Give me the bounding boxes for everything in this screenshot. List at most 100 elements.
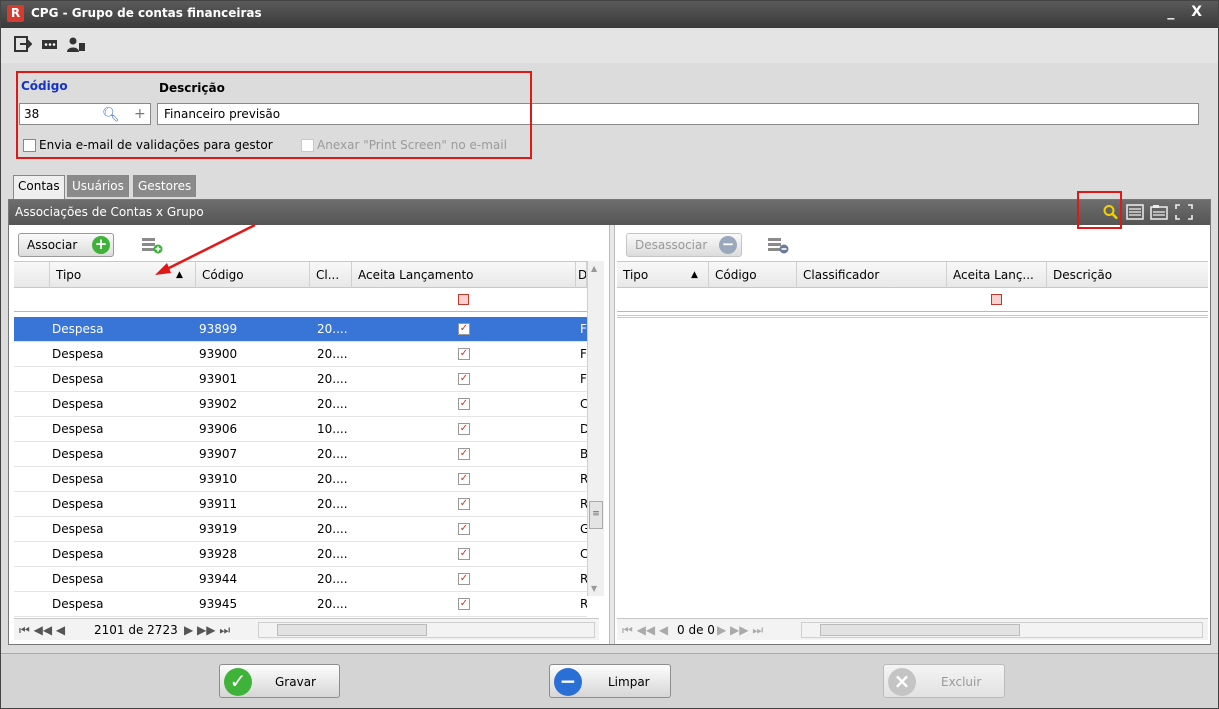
right-horizontal-scrollbar[interactable] [801,622,1203,638]
cell-classificador: 20.... [317,372,348,386]
cell-codigo: 93907 [199,447,238,461]
table-row[interactable]: Despesa 93910 20.... R ✓ [14,467,587,492]
right-col-tipo[interactable]: Tipo ▲ [617,262,709,288]
table-row[interactable]: Despesa 93906 10.... D ✓ [14,417,587,442]
gravar-label: Gravar [275,675,316,689]
right-filter-aceita-checkbox[interactable] [991,294,1002,305]
minus-circle-icon: − [554,668,582,696]
cell-classificador: 20.... [317,522,348,536]
right-col-classificador[interactable]: Classificador [797,262,947,288]
filter-aceita-checkbox[interactable] [458,294,469,305]
cell-descricao: B [580,447,587,461]
table-row[interactable]: Despesa 93907 20.... B ✓ [14,442,587,467]
right-pager-first-prev-icons[interactable]: ⏮ ◀◀ ◀ [622,623,668,638]
cell-tipo: Despesa [52,522,104,536]
left-pager: ⏮ ◀◀ ◀ 2101 de 2723 ▶ ▶▶ ⏭ [14,618,599,640]
tab-usuarios[interactable]: Usuários [67,175,129,197]
aceita-checkbox[interactable]: ✓ [458,423,470,435]
app-logo-icon: R [7,5,24,22]
maximize-icon[interactable] [1175,204,1193,220]
cell-tipo: Despesa [52,422,104,436]
cell-codigo: 93899 [199,322,238,336]
grid-vertical-scrollbar[interactable]: ▲ ≡ ▼ [587,261,604,596]
table-row[interactable]: Despesa 93902 20.... C ✓ [14,392,587,417]
main-window: R CPG - Grupo de contas financeiras _ X … [0,0,1219,709]
cell-descricao: F [580,347,587,361]
scroll-thumb[interactable]: ≡ [589,501,603,529]
table-row[interactable]: Despesa 93945 20.... R ✓ [14,592,587,617]
col-aceita-lancamento[interactable]: Aceita Lançamento [352,262,576,288]
remove-filter-icon[interactable] [767,236,789,254]
aceita-checkbox[interactable]: ✓ [458,348,470,360]
limpar-button[interactable]: − Limpar [549,664,671,698]
col-classificador[interactable]: Cl... [310,262,352,288]
table-row[interactable]: Despesa 93899 20.... F ✓ [14,317,587,342]
aceita-checkbox[interactable]: ✓ [458,473,470,485]
right-col-descricao[interactable]: Descrição [1047,262,1208,288]
password-icon[interactable] [41,36,59,52]
scroll-down-icon[interactable]: ▼ [591,584,597,593]
right-sort-asc-icon: ▲ [691,270,698,280]
cell-classificador: 20.... [317,572,348,586]
excluir-button[interactable]: × Excluir [883,664,1005,698]
associar-button[interactable]: Associar + [18,233,114,257]
cell-codigo: 93910 [199,472,238,486]
right-grid-empty-separator [617,315,1208,318]
col-descricao[interactable]: D [576,262,587,288]
form-view-icon[interactable] [1150,204,1168,220]
cell-classificador: 20.... [317,347,348,361]
window-title: CPG - Grupo de contas financeiras [31,6,262,20]
right-col-aceita[interactable]: Aceita Lanç... [947,262,1047,288]
user-icon[interactable] [67,36,85,52]
pager-next-last-icons[interactable]: ▶ ▶▶ ⏭ [184,623,230,638]
panel-title: Associações de Contas x Grupo [15,205,204,219]
aceita-checkbox[interactable]: ✓ [458,373,470,385]
right-pager-next-last-icons[interactable]: ▶ ▶▶ ⏭ [717,623,763,638]
cell-classificador: 20.... [317,547,348,561]
aceita-checkbox[interactable]: ✓ [458,498,470,510]
annotation-arrow [155,223,256,275]
table-row[interactable]: Despesa 93919 20.... G ✓ [14,517,587,542]
footer-bar: ✓ Gravar − Limpar × Excluir [1,653,1218,708]
tab-contas[interactable]: Contas [13,175,65,199]
cell-descricao: R [580,497,587,511]
aceita-checkbox[interactable]: ✓ [458,573,470,585]
cell-tipo: Despesa [52,497,104,511]
pager-first-prev-icons[interactable]: ⏮ ◀◀ ◀ [19,623,65,638]
aceita-checkbox[interactable]: ✓ [458,598,470,610]
cell-tipo: Despesa [52,472,104,486]
table-row[interactable]: Despesa 93928 20.... C ✓ [14,542,587,567]
cell-classificador: 20.... [317,397,348,411]
table-row[interactable]: Despesa 93911 20.... R ✓ [14,492,587,517]
tab-gestores[interactable]: Gestores [133,175,197,197]
gravar-button[interactable]: ✓ Gravar [219,664,340,698]
right-col-tipo-label: Tipo [623,268,649,282]
aceita-checkbox[interactable]: ✓ [458,448,470,460]
table-row[interactable]: Despesa 93901 20.... F ✓ [14,367,587,392]
col-tipo-label: Tipo [56,268,82,282]
aceita-checkbox[interactable]: ✓ [458,548,470,560]
cell-classificador: 20.... [317,447,348,461]
table-row[interactable]: Despesa 93900 20.... F ✓ [14,342,587,367]
exit-icon[interactable] [14,36,32,52]
splitter[interactable] [609,225,615,644]
contas-grid: Tipo ▲ Código Cl... Aceita Lançamento D … [14,261,604,617]
right-col-codigo[interactable]: Código [709,262,797,288]
grid-horizontal-scrollbar[interactable] [258,622,595,638]
associar-label: Associar [27,238,78,252]
filter-row[interactable] [14,288,587,312]
list-view-icon[interactable] [1126,204,1144,220]
minus-icon: − [719,236,737,254]
right-filter-row[interactable] [617,288,1208,312]
cell-codigo: 93900 [199,347,238,361]
row-indicator-header [14,262,50,288]
h-scroll-thumb[interactable] [277,624,427,636]
scroll-up-icon[interactable]: ▲ [591,264,597,273]
aceita-checkbox[interactable]: ✓ [458,398,470,410]
table-row[interactable]: Despesa 93944 20.... R ✓ [14,567,587,592]
aceita-checkbox[interactable]: ✓ [458,323,470,335]
desassociar-button[interactable]: Desassociar − [626,233,742,257]
window-controls[interactable]: _ X [1167,4,1208,20]
right-h-scroll-thumb[interactable] [820,624,1020,636]
aceita-checkbox[interactable]: ✓ [458,523,470,535]
